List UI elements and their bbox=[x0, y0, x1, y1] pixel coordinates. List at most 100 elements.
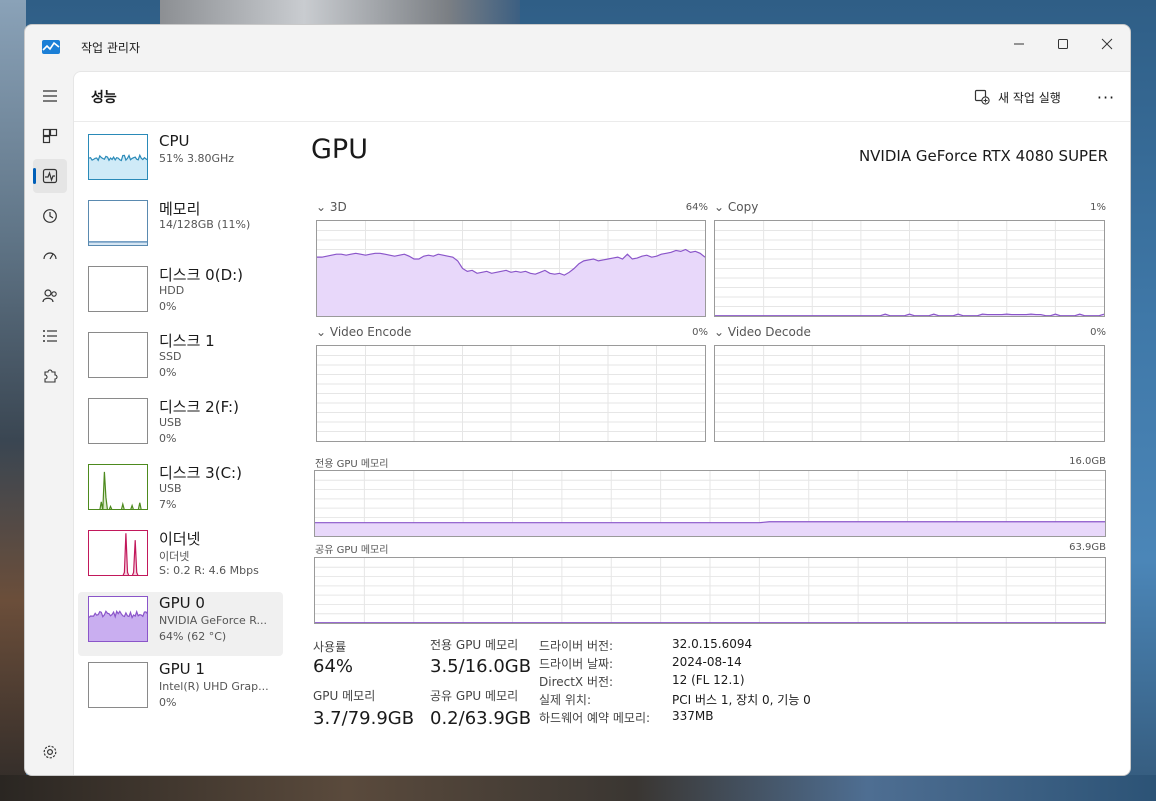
physical-location-value: PCI 버스 1, 장치 0, 기능 0 bbox=[672, 693, 811, 707]
memory-sparkline bbox=[89, 241, 147, 245]
device-name: 디스크 2(F:) bbox=[159, 398, 239, 416]
cpu-sparkline bbox=[89, 153, 147, 179]
processes-icon bbox=[42, 128, 58, 144]
disk-thumbnail-graph bbox=[88, 464, 148, 510]
usage-value: 64% bbox=[313, 656, 354, 677]
device-detail: USB bbox=[159, 416, 182, 429]
nav-details[interactable] bbox=[33, 319, 67, 353]
graph-video-encode-canvas bbox=[317, 346, 705, 441]
device-detail: SSD bbox=[159, 350, 182, 363]
puzzle-icon bbox=[44, 369, 58, 383]
close-button[interactable] bbox=[1084, 30, 1130, 58]
device-item-gpu-0[interactable]: GPU 0 NVIDIA GeForce R... 64% (62 °C) bbox=[78, 592, 283, 656]
main-content: 성능 새 작업 실행 ··· CPU 51% 3.80GHz 메모리 14/12… bbox=[73, 71, 1130, 775]
users-icon bbox=[42, 289, 57, 303]
nav-users[interactable] bbox=[33, 279, 67, 313]
graph-copy-canvas bbox=[715, 221, 1104, 316]
menu-toggle-button[interactable] bbox=[33, 79, 67, 113]
gpu-sparkline-area bbox=[89, 611, 147, 641]
driver-version-label: 드라이버 버전: bbox=[539, 639, 614, 653]
nav-app-history[interactable] bbox=[33, 199, 67, 233]
driver-date-value: 2024-08-14 bbox=[672, 655, 742, 669]
memory-thumbnail-graph bbox=[88, 200, 148, 246]
device-item-disk-0[interactable]: 디스크 0(D:) HDD 0% bbox=[78, 262, 283, 326]
graph-video-decode-canvas bbox=[715, 346, 1104, 441]
device-name: CPU bbox=[159, 132, 190, 150]
nav-performance[interactable] bbox=[33, 159, 67, 193]
task-manager-window: 작업 관리자 성능 새 작업 실행 ··· CPU 51% 3.80GHz 메모… bbox=[24, 24, 1131, 776]
engine-label: Video Decode bbox=[727, 325, 811, 339]
ethernet-thumbnail-graph bbox=[88, 530, 148, 576]
nav-settings[interactable] bbox=[33, 735, 67, 769]
gpu-thumbnail-graph bbox=[88, 662, 148, 708]
device-item-cpu[interactable]: CPU 51% 3.80GHz bbox=[78, 130, 283, 194]
minimize-button[interactable] bbox=[996, 30, 1042, 58]
dedicated-usage-value: 3.5/16.0GB bbox=[430, 656, 532, 677]
memory-sparkline-area bbox=[89, 241, 147, 245]
gpu-sparkline bbox=[89, 609, 147, 641]
engine-selector-copy[interactable]: ⌄ Copy bbox=[714, 200, 758, 214]
driver-version-value: 32.0.15.6094 bbox=[672, 637, 753, 651]
ethernet-sparkline-area bbox=[123, 533, 138, 575]
device-item-disk-2[interactable]: 디스크 2(F:) USB 0% bbox=[78, 394, 283, 458]
run-new-task-button[interactable]: 새 작업 실행 bbox=[974, 85, 1061, 109]
shared-memory-label: 공유 GPU 메모리 bbox=[315, 545, 389, 556]
new-task-icon bbox=[974, 89, 990, 105]
device-usage: 64% (62 °C) bbox=[159, 630, 227, 643]
device-name: 이더넷 bbox=[159, 530, 201, 548]
maximize-icon bbox=[1058, 39, 1068, 49]
wallpaper bbox=[160, 0, 520, 26]
nav-processes[interactable] bbox=[33, 119, 67, 153]
device-detail: 이더넷 bbox=[159, 550, 190, 563]
device-name: GPU 0 bbox=[159, 594, 205, 612]
engine-label: Copy bbox=[727, 200, 759, 214]
device-item-memory[interactable]: 메모리 14/128GB (11%) bbox=[78, 196, 283, 260]
page-title: 성능 bbox=[91, 90, 117, 106]
cpu-thumbnail-graph bbox=[88, 134, 148, 180]
reserved-memory-value: 337MB bbox=[672, 709, 714, 723]
gpu-memory-label: GPU 메모리 bbox=[313, 689, 376, 703]
engine-value: 0% bbox=[692, 327, 708, 338]
hamburger-icon bbox=[43, 90, 57, 102]
engine-value: 0% bbox=[1090, 327, 1106, 338]
physical-location-label: 실제 위치: bbox=[539, 693, 592, 707]
device-usage: 0% bbox=[159, 696, 177, 709]
engine-selector-3d[interactable]: ⌄ 3D bbox=[316, 200, 347, 214]
shared-usage-value: 0.2/63.9GB bbox=[430, 708, 532, 729]
more-options-button[interactable]: ··· bbox=[1092, 84, 1120, 110]
dedicated-usage-label: 전용 GPU 메모리 bbox=[430, 638, 519, 652]
engine-value: 64% bbox=[685, 202, 708, 213]
engine-selector-video-encode[interactable]: ⌄ Video Encode bbox=[316, 325, 411, 339]
task-manager-app-icon bbox=[42, 40, 60, 54]
device-usage: 0% bbox=[159, 300, 177, 313]
engine-label: Video Encode bbox=[329, 325, 412, 339]
device-item-disk-1[interactable]: 디스크 1 SSD 0% bbox=[78, 328, 283, 392]
history-icon bbox=[43, 209, 57, 223]
disk-sparkline-line bbox=[99, 471, 142, 509]
graph-video-decode bbox=[714, 345, 1105, 442]
wallpaper bbox=[0, 775, 1156, 801]
graph-shared-canvas bbox=[315, 558, 1105, 623]
device-name: 디스크 3(C:) bbox=[159, 464, 242, 482]
dedicated-memory-label: 전용 GPU 메모리 bbox=[315, 459, 389, 470]
device-usage: 0% bbox=[159, 432, 177, 445]
device-item-gpu-1[interactable]: GPU 1 Intel(R) UHD Grap... 0% bbox=[78, 658, 283, 722]
graph-3d-canvas bbox=[317, 221, 705, 316]
window-title: 작업 관리자 bbox=[81, 41, 141, 55]
graph-3d bbox=[316, 220, 706, 317]
device-item-disk-3[interactable]: 디스크 3(C:) USB 7% bbox=[78, 460, 283, 524]
engine-value: 1% bbox=[1090, 202, 1106, 213]
directx-version-value: 12 (FL 12.1) bbox=[672, 673, 745, 687]
nav-startup-apps[interactable] bbox=[33, 239, 67, 273]
engine-selector-video-decode[interactable]: ⌄ Video Decode bbox=[714, 325, 811, 339]
device-detail: 14/128GB (11%) bbox=[159, 218, 251, 231]
performance-icon bbox=[42, 168, 58, 184]
directx-version-label: DirectX 버전: bbox=[539, 675, 614, 689]
device-detail: Intel(R) UHD Grap... bbox=[159, 680, 269, 693]
maximize-button[interactable] bbox=[1040, 30, 1086, 58]
nav-services[interactable] bbox=[33, 359, 67, 393]
usage-label: 사용률 bbox=[313, 640, 347, 654]
device-item-ethernet[interactable]: 이더넷 이더넷 S: 0.2 R: 4.6 Mbps bbox=[78, 526, 283, 590]
device-usage: 7% bbox=[159, 498, 177, 511]
title-bar[interactable]: 작업 관리자 bbox=[25, 25, 1130, 71]
